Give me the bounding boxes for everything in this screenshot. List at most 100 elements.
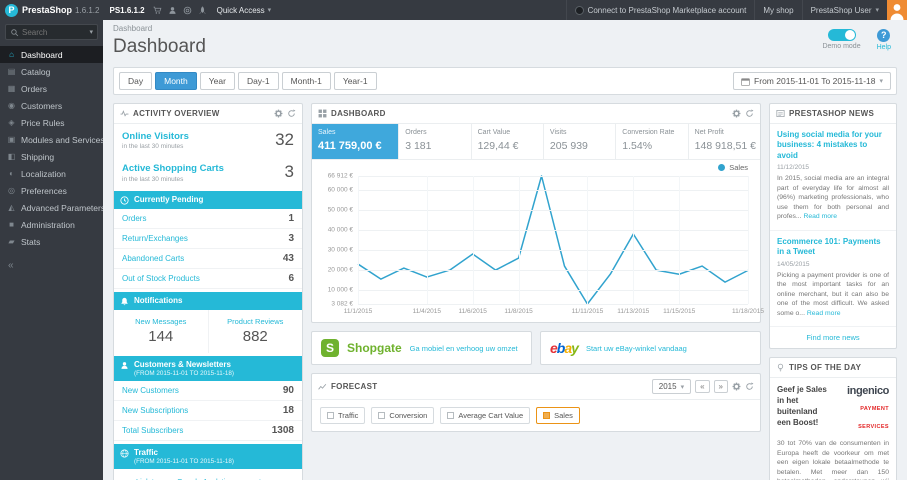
panel-title: Dashboard: [331, 109, 386, 118]
shopgate-promo[interactable]: S Shopgate Ga mobiel en verhoog uw omzet: [311, 331, 532, 365]
forecast-legend-average-cart-value[interactable]: Average Cart Value: [440, 407, 531, 424]
x-gridline: [679, 176, 681, 304]
range-button-month-1[interactable]: Month-1: [281, 72, 331, 90]
calendar-icon: [741, 77, 750, 86]
row-value: 6: [288, 273, 294, 285]
forecast-legend-traffic[interactable]: Traffic: [320, 407, 366, 424]
customers-row-new-customers[interactable]: New Customers 90: [114, 381, 302, 401]
sidebar-item-dashboard[interactable]: ⌂ Dashboard: [0, 46, 103, 63]
modules-icon: ▣: [7, 135, 16, 144]
ebay-promo[interactable]: ebay Start uw eBay-winkel vandaag: [540, 331, 761, 365]
sidebar-item-customers[interactable]: ◉ Customers: [0, 97, 103, 114]
section-title: Customers & Newsletters: [134, 360, 231, 370]
marketplace-link[interactable]: Connect to PrestaShop Marketplace accoun…: [565, 0, 755, 20]
panel-refresh-button[interactable]: [287, 109, 296, 118]
sidebar-search[interactable]: ▾: [5, 24, 98, 40]
range-button-day-1[interactable]: Day-1: [237, 72, 279, 90]
sidebar-item-preferences[interactable]: ◎ Preferences: [0, 182, 103, 199]
sidebar-item-modules[interactable]: ▣ Modules and Services: [0, 131, 103, 148]
customers-row-new-subscriptions[interactable]: New Subscriptions 18: [114, 401, 302, 421]
metric-sales[interactable]: Sales 411 759,00 €: [312, 124, 400, 159]
row-value: 90: [282, 384, 294, 396]
user-menu[interactable]: PrestaShop User ▾: [801, 0, 887, 20]
sidebar-item-shipping[interactable]: ◧ Shipping: [0, 148, 103, 165]
x-axis-label: 11/11/2015: [571, 308, 604, 315]
forecast-legend-conversion[interactable]: Conversion: [371, 407, 435, 424]
article-title[interactable]: Using social media for your business: 4 …: [777, 130, 889, 161]
shopgate-link[interactable]: Ga mobiel en verhoog uw omzet: [410, 344, 518, 353]
y-axis-label: 20 000 €: [327, 266, 353, 274]
google-analytics-link[interactable]: Link to your Google Analytics account: [114, 469, 302, 480]
pending-row-out-of-stock[interactable]: Out of Stock Products 6: [114, 269, 302, 290]
quick-access-menu[interactable]: Quick Access ▾: [217, 6, 272, 15]
active-carts-stat[interactable]: Active Shopping Carts in the last 30 min…: [114, 156, 302, 188]
y-gridline: [358, 189, 748, 191]
search-icon: [11, 28, 19, 36]
marketplace-label: Connect to PrestaShop Marketplace accoun…: [587, 5, 747, 15]
panel-settings-button[interactable]: [732, 109, 741, 118]
forecast-next-button[interactable]: »: [713, 380, 728, 393]
range-button-month[interactable]: Month: [155, 72, 197, 90]
sidebar-item-catalog[interactable]: ▤ Catalog: [0, 63, 103, 80]
help-icon[interactable]: ?: [877, 29, 891, 42]
active-carts-value: 3: [284, 162, 294, 182]
cart-icon[interactable]: [153, 6, 162, 15]
range-button-year-1[interactable]: Year-1: [333, 72, 377, 90]
my-shop-link[interactable]: My shop: [754, 0, 801, 20]
sidebar-item-price-rules[interactable]: ◈ Price Rules: [0, 114, 103, 131]
sidebar-item-advanced-parameters[interactable]: ◭ Advanced Parameters: [0, 199, 103, 216]
metric-orders[interactable]: Orders 3 181: [399, 124, 472, 159]
sidebar-item-administration[interactable]: ■ Administration: [0, 216, 103, 233]
find-more-news-link[interactable]: Find more news: [770, 327, 896, 348]
customers-row-total-subscribers[interactable]: Total Subscribers 1308: [114, 421, 302, 441]
sidebar-item-localization[interactable]: ◐ Localization: [0, 165, 103, 182]
rocket-icon[interactable]: [198, 5, 207, 15]
panel-settings-button[interactable]: [732, 382, 741, 391]
y-gridline: [358, 176, 748, 177]
metric-cart-value[interactable]: Cart Value 129,44 €: [472, 124, 544, 159]
customer-icon[interactable]: [168, 6, 177, 15]
marketplace-icon: [574, 5, 584, 15]
row-value: 1: [288, 213, 294, 225]
row-label: New Subscriptions: [122, 405, 189, 415]
ebay-link[interactable]: Start uw eBay-winkel vandaag: [586, 344, 687, 353]
metric-visits[interactable]: Visits 205 939: [544, 124, 617, 159]
metric-conversion-rate[interactable]: Conversion Rate 1.54%: [616, 124, 689, 159]
search-input[interactable]: [22, 27, 87, 37]
range-button-day[interactable]: Day: [119, 72, 153, 90]
chart-legend[interactable]: Sales: [718, 163, 748, 172]
lifering-icon[interactable]: [183, 6, 192, 15]
article-title[interactable]: Ecommerce 101: Payments in a Tweet: [777, 237, 889, 258]
read-more-link[interactable]: Read more: [803, 213, 837, 220]
date-range-picker[interactable]: From 2015-11-01 To 2015-11-18 ▾: [733, 72, 891, 90]
avatar[interactable]: [887, 0, 907, 20]
forecast-year-select[interactable]: 2015 ▾: [651, 379, 692, 394]
forecast-prev-button[interactable]: «: [695, 380, 710, 393]
sidebar-item-label: Dashboard: [21, 49, 63, 60]
metric-net-profit[interactable]: Net Profit 148 918,51 €: [689, 124, 760, 159]
refresh-icon: [288, 109, 296, 117]
pending-row-returns[interactable]: Return/Exchanges 3: [114, 229, 302, 250]
sidebar-item-orders[interactable]: ▦ Orders: [0, 80, 103, 97]
sales-line: [358, 176, 748, 304]
section-title: Traffic: [134, 447, 159, 457]
shop-name[interactable]: PS1.6.1.2: [109, 6, 144, 15]
row-label: New Customers: [122, 385, 179, 395]
x-axis-label: 11/6/2015: [458, 308, 487, 315]
forecast-legend-sales[interactable]: Sales: [536, 407, 580, 424]
online-visitors-stat[interactable]: Online Visitors in the last 30 minutes 3…: [114, 124, 302, 156]
demo-mode-toggle[interactable]: [827, 29, 856, 41]
panel-settings-button[interactable]: [274, 109, 283, 118]
pending-row-orders[interactable]: Orders 1: [114, 209, 302, 230]
sidebar-item-stats[interactable]: ▰ Stats: [0, 233, 103, 250]
panel-refresh-button[interactable]: [745, 382, 754, 391]
new-messages-stat[interactable]: New Messages 144: [114, 310, 209, 354]
pending-row-abandoned-carts[interactable]: Abandoned Carts 43: [114, 249, 302, 270]
product-reviews-stat[interactable]: Product Reviews 882: [209, 310, 303, 353]
collapse-menu-button[interactable]: «: [0, 250, 103, 281]
panel-refresh-button[interactable]: [745, 109, 754, 118]
range-button-year[interactable]: Year: [199, 72, 235, 90]
read-more-link[interactable]: Read more: [807, 310, 841, 317]
catalog-icon: ▤: [7, 67, 16, 76]
dashboard-trends-panel: Dashboard Sales 411 759,00 € Orders 3 181 …: [311, 103, 764, 323]
